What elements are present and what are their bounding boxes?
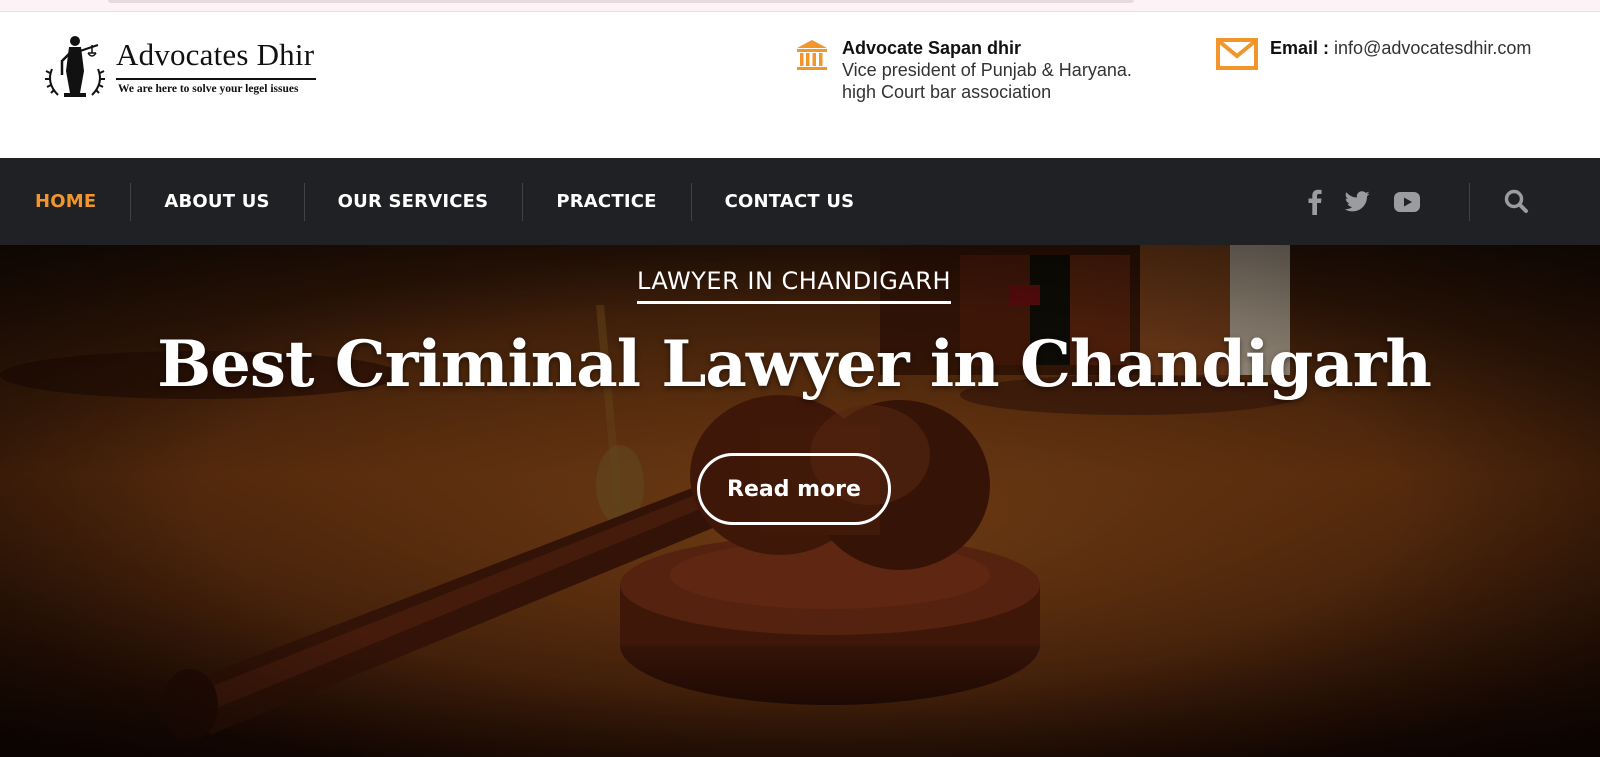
nav-separator xyxy=(1469,183,1470,221)
read-more-button[interactable]: Read more xyxy=(697,453,891,525)
advocate-title-line1: Vice president of Punjab & Haryana. xyxy=(842,60,1132,80)
nav-menu: HOME ABOUT US OUR SERVICES PRACTICE CONT… xyxy=(0,158,854,245)
facebook-icon[interactable] xyxy=(1308,189,1322,215)
search-icon[interactable] xyxy=(1503,188,1529,214)
lady-justice-logo-icon xyxy=(45,36,105,97)
nav-item-our-services[interactable]: OUR SERVICES xyxy=(338,191,489,212)
nav-item-home[interactable]: HOME xyxy=(35,191,96,212)
advocate-title-line2: high Court bar association xyxy=(842,82,1052,102)
twitter-icon[interactable] xyxy=(1344,190,1370,213)
hero-banner: LAWYER IN CHANDIGARH Best Criminal Lawye… xyxy=(0,245,1600,757)
nav-item-about-us[interactable]: ABOUT US xyxy=(164,191,269,212)
logo-name: Advocates Dhir xyxy=(116,37,315,72)
email-label: Email : xyxy=(1270,38,1330,58)
main-navigation: HOME ABOUT US OUR SERVICES PRACTICE CONT… xyxy=(0,158,1600,245)
hero-title: Best Criminal Lawyer in Chandigarh xyxy=(157,327,1432,402)
courthouse-icon xyxy=(797,40,827,70)
browser-top-strip xyxy=(0,0,1600,12)
youtube-icon[interactable] xyxy=(1394,191,1420,212)
nav-separator xyxy=(522,182,524,221)
advocate-name: Advocate Sapan dhir xyxy=(842,38,1022,58)
site-header: Advocates Dhir We are here to solve your… xyxy=(0,13,1600,158)
advocate-contact: Advocate Sapan dhir Vice president of Pu… xyxy=(794,37,1132,103)
email-value[interactable]: info@advocatesdhir.com xyxy=(1334,38,1531,58)
top-strip-bar xyxy=(108,0,1134,3)
site-logo[interactable]: Advocates Dhir We are here to solve your… xyxy=(42,31,332,111)
nav-item-practice[interactable]: PRACTICE xyxy=(556,191,656,212)
envelope-icon xyxy=(1216,38,1258,70)
logo-tagline: We are here to solve your legel issues xyxy=(118,83,299,95)
nav-separator xyxy=(690,182,692,221)
nav-separator xyxy=(303,182,305,221)
hero-kicker-text: LAWYER IN CHANDIGARH xyxy=(636,267,952,304)
nav-separator xyxy=(130,182,132,221)
nav-item-contact-us[interactable]: CONTACT US xyxy=(725,191,855,212)
logo-rule xyxy=(116,78,316,80)
social-links xyxy=(1308,158,1420,245)
hero-kicker: LAWYER IN CHANDIGARH xyxy=(0,267,1588,304)
email-contact: Email : info@advocatesdhir.com xyxy=(1216,37,1531,71)
